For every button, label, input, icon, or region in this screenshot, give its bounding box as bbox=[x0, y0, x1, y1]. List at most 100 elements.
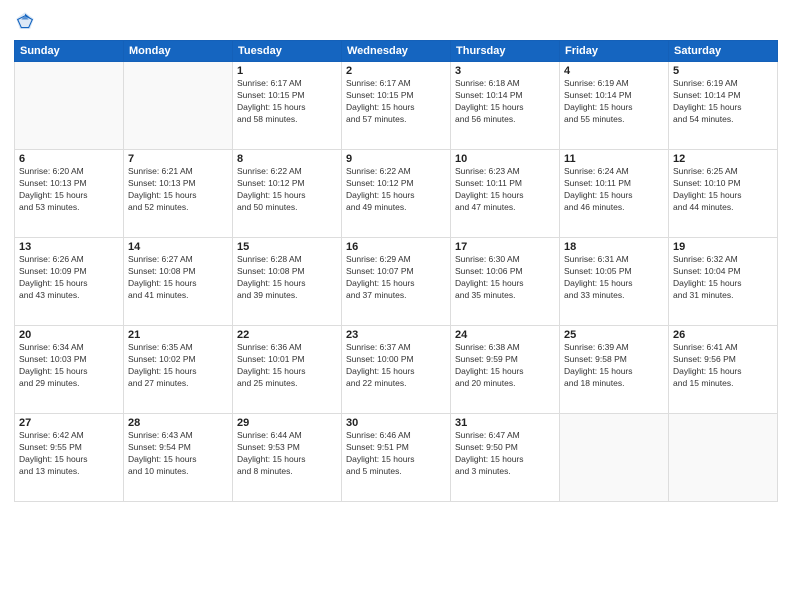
day-cell: 12Sunrise: 6:25 AM Sunset: 10:10 PM Dayl… bbox=[669, 150, 778, 238]
weekday-header-thursday: Thursday bbox=[451, 41, 560, 62]
day-cell: 4Sunrise: 6:19 AM Sunset: 10:14 PM Dayli… bbox=[560, 62, 669, 150]
day-cell: 1Sunrise: 6:17 AM Sunset: 10:15 PM Dayli… bbox=[233, 62, 342, 150]
day-cell: 30Sunrise: 6:46 AM Sunset: 9:51 PM Dayli… bbox=[342, 414, 451, 502]
day-info: Sunrise: 6:43 AM Sunset: 9:54 PM Dayligh… bbox=[128, 430, 228, 478]
day-info: Sunrise: 6:34 AM Sunset: 10:03 PM Daylig… bbox=[19, 342, 119, 390]
weekday-header-row: SundayMondayTuesdayWednesdayThursdayFrid… bbox=[15, 41, 778, 62]
day-info: Sunrise: 6:41 AM Sunset: 9:56 PM Dayligh… bbox=[673, 342, 773, 390]
day-info: Sunrise: 6:22 AM Sunset: 10:12 PM Daylig… bbox=[346, 166, 446, 214]
day-info: Sunrise: 6:35 AM Sunset: 10:02 PM Daylig… bbox=[128, 342, 228, 390]
day-cell: 11Sunrise: 6:24 AM Sunset: 10:11 PM Dayl… bbox=[560, 150, 669, 238]
day-cell: 31Sunrise: 6:47 AM Sunset: 9:50 PM Dayli… bbox=[451, 414, 560, 502]
day-number: 7 bbox=[128, 153, 228, 165]
day-cell: 20Sunrise: 6:34 AM Sunset: 10:03 PM Dayl… bbox=[15, 326, 124, 414]
week-row-5: 27Sunrise: 6:42 AM Sunset: 9:55 PM Dayli… bbox=[15, 414, 778, 502]
weekday-header-friday: Friday bbox=[560, 41, 669, 62]
day-number: 16 bbox=[346, 241, 446, 253]
day-number: 26 bbox=[673, 329, 773, 341]
day-number: 6 bbox=[19, 153, 119, 165]
day-cell: 19Sunrise: 6:32 AM Sunset: 10:04 PM Dayl… bbox=[669, 238, 778, 326]
logo bbox=[14, 10, 40, 32]
week-row-3: 13Sunrise: 6:26 AM Sunset: 10:09 PM Dayl… bbox=[15, 238, 778, 326]
day-number: 4 bbox=[564, 65, 664, 77]
day-info: Sunrise: 6:20 AM Sunset: 10:13 PM Daylig… bbox=[19, 166, 119, 214]
day-number: 8 bbox=[237, 153, 337, 165]
day-info: Sunrise: 6:24 AM Sunset: 10:11 PM Daylig… bbox=[564, 166, 664, 214]
day-info: Sunrise: 6:17 AM Sunset: 10:15 PM Daylig… bbox=[346, 78, 446, 126]
day-cell: 28Sunrise: 6:43 AM Sunset: 9:54 PM Dayli… bbox=[124, 414, 233, 502]
day-number: 22 bbox=[237, 329, 337, 341]
day-cell: 29Sunrise: 6:44 AM Sunset: 9:53 PM Dayli… bbox=[233, 414, 342, 502]
day-info: Sunrise: 6:31 AM Sunset: 10:05 PM Daylig… bbox=[564, 254, 664, 302]
day-info: Sunrise: 6:17 AM Sunset: 10:15 PM Daylig… bbox=[237, 78, 337, 126]
day-info: Sunrise: 6:26 AM Sunset: 10:09 PM Daylig… bbox=[19, 254, 119, 302]
day-cell bbox=[15, 62, 124, 150]
day-info: Sunrise: 6:19 AM Sunset: 10:14 PM Daylig… bbox=[673, 78, 773, 126]
weekday-header-wednesday: Wednesday bbox=[342, 41, 451, 62]
day-cell: 26Sunrise: 6:41 AM Sunset: 9:56 PM Dayli… bbox=[669, 326, 778, 414]
week-row-4: 20Sunrise: 6:34 AM Sunset: 10:03 PM Dayl… bbox=[15, 326, 778, 414]
day-cell: 18Sunrise: 6:31 AM Sunset: 10:05 PM Dayl… bbox=[560, 238, 669, 326]
day-cell: 21Sunrise: 6:35 AM Sunset: 10:02 PM Dayl… bbox=[124, 326, 233, 414]
week-row-2: 6Sunrise: 6:20 AM Sunset: 10:13 PM Dayli… bbox=[15, 150, 778, 238]
day-info: Sunrise: 6:37 AM Sunset: 10:00 PM Daylig… bbox=[346, 342, 446, 390]
day-number: 20 bbox=[19, 329, 119, 341]
day-cell: 9Sunrise: 6:22 AM Sunset: 10:12 PM Dayli… bbox=[342, 150, 451, 238]
day-cell: 3Sunrise: 6:18 AM Sunset: 10:14 PM Dayli… bbox=[451, 62, 560, 150]
day-info: Sunrise: 6:22 AM Sunset: 10:12 PM Daylig… bbox=[237, 166, 337, 214]
day-info: Sunrise: 6:44 AM Sunset: 9:53 PM Dayligh… bbox=[237, 430, 337, 478]
day-number: 13 bbox=[19, 241, 119, 253]
day-number: 27 bbox=[19, 417, 119, 429]
day-info: Sunrise: 6:30 AM Sunset: 10:06 PM Daylig… bbox=[455, 254, 555, 302]
day-cell: 10Sunrise: 6:23 AM Sunset: 10:11 PM Dayl… bbox=[451, 150, 560, 238]
day-cell: 27Sunrise: 6:42 AM Sunset: 9:55 PM Dayli… bbox=[15, 414, 124, 502]
weekday-header-sunday: Sunday bbox=[15, 41, 124, 62]
day-cell: 23Sunrise: 6:37 AM Sunset: 10:00 PM Dayl… bbox=[342, 326, 451, 414]
day-number: 3 bbox=[455, 65, 555, 77]
day-number: 30 bbox=[346, 417, 446, 429]
day-info: Sunrise: 6:38 AM Sunset: 9:59 PM Dayligh… bbox=[455, 342, 555, 390]
day-cell: 5Sunrise: 6:19 AM Sunset: 10:14 PM Dayli… bbox=[669, 62, 778, 150]
day-info: Sunrise: 6:27 AM Sunset: 10:08 PM Daylig… bbox=[128, 254, 228, 302]
day-cell: 17Sunrise: 6:30 AM Sunset: 10:06 PM Dayl… bbox=[451, 238, 560, 326]
calendar: SundayMondayTuesdayWednesdayThursdayFrid… bbox=[14, 40, 778, 502]
day-number: 31 bbox=[455, 417, 555, 429]
header bbox=[14, 10, 778, 32]
day-info: Sunrise: 6:25 AM Sunset: 10:10 PM Daylig… bbox=[673, 166, 773, 214]
day-info: Sunrise: 6:39 AM Sunset: 9:58 PM Dayligh… bbox=[564, 342, 664, 390]
day-info: Sunrise: 6:32 AM Sunset: 10:04 PM Daylig… bbox=[673, 254, 773, 302]
day-number: 10 bbox=[455, 153, 555, 165]
day-cell: 24Sunrise: 6:38 AM Sunset: 9:59 PM Dayli… bbox=[451, 326, 560, 414]
day-cell bbox=[124, 62, 233, 150]
day-cell: 2Sunrise: 6:17 AM Sunset: 10:15 PM Dayli… bbox=[342, 62, 451, 150]
day-number: 15 bbox=[237, 241, 337, 253]
day-cell: 22Sunrise: 6:36 AM Sunset: 10:01 PM Dayl… bbox=[233, 326, 342, 414]
weekday-header-tuesday: Tuesday bbox=[233, 41, 342, 62]
day-number: 1 bbox=[237, 65, 337, 77]
day-cell: 6Sunrise: 6:20 AM Sunset: 10:13 PM Dayli… bbox=[15, 150, 124, 238]
day-number: 5 bbox=[673, 65, 773, 77]
day-cell: 8Sunrise: 6:22 AM Sunset: 10:12 PM Dayli… bbox=[233, 150, 342, 238]
day-cell: 13Sunrise: 6:26 AM Sunset: 10:09 PM Dayl… bbox=[15, 238, 124, 326]
weekday-header-monday: Monday bbox=[124, 41, 233, 62]
day-info: Sunrise: 6:29 AM Sunset: 10:07 PM Daylig… bbox=[346, 254, 446, 302]
page: SundayMondayTuesdayWednesdayThursdayFrid… bbox=[0, 0, 792, 612]
weekday-header-saturday: Saturday bbox=[669, 41, 778, 62]
day-number: 29 bbox=[237, 417, 337, 429]
day-info: Sunrise: 6:46 AM Sunset: 9:51 PM Dayligh… bbox=[346, 430, 446, 478]
day-info: Sunrise: 6:21 AM Sunset: 10:13 PM Daylig… bbox=[128, 166, 228, 214]
day-info: Sunrise: 6:36 AM Sunset: 10:01 PM Daylig… bbox=[237, 342, 337, 390]
day-info: Sunrise: 6:19 AM Sunset: 10:14 PM Daylig… bbox=[564, 78, 664, 126]
day-number: 25 bbox=[564, 329, 664, 341]
day-number: 24 bbox=[455, 329, 555, 341]
day-number: 9 bbox=[346, 153, 446, 165]
day-info: Sunrise: 6:42 AM Sunset: 9:55 PM Dayligh… bbox=[19, 430, 119, 478]
day-number: 21 bbox=[128, 329, 228, 341]
day-info: Sunrise: 6:23 AM Sunset: 10:11 PM Daylig… bbox=[455, 166, 555, 214]
day-number: 23 bbox=[346, 329, 446, 341]
day-info: Sunrise: 6:28 AM Sunset: 10:08 PM Daylig… bbox=[237, 254, 337, 302]
day-cell: 25Sunrise: 6:39 AM Sunset: 9:58 PM Dayli… bbox=[560, 326, 669, 414]
day-number: 28 bbox=[128, 417, 228, 429]
day-cell bbox=[560, 414, 669, 502]
day-info: Sunrise: 6:18 AM Sunset: 10:14 PM Daylig… bbox=[455, 78, 555, 126]
